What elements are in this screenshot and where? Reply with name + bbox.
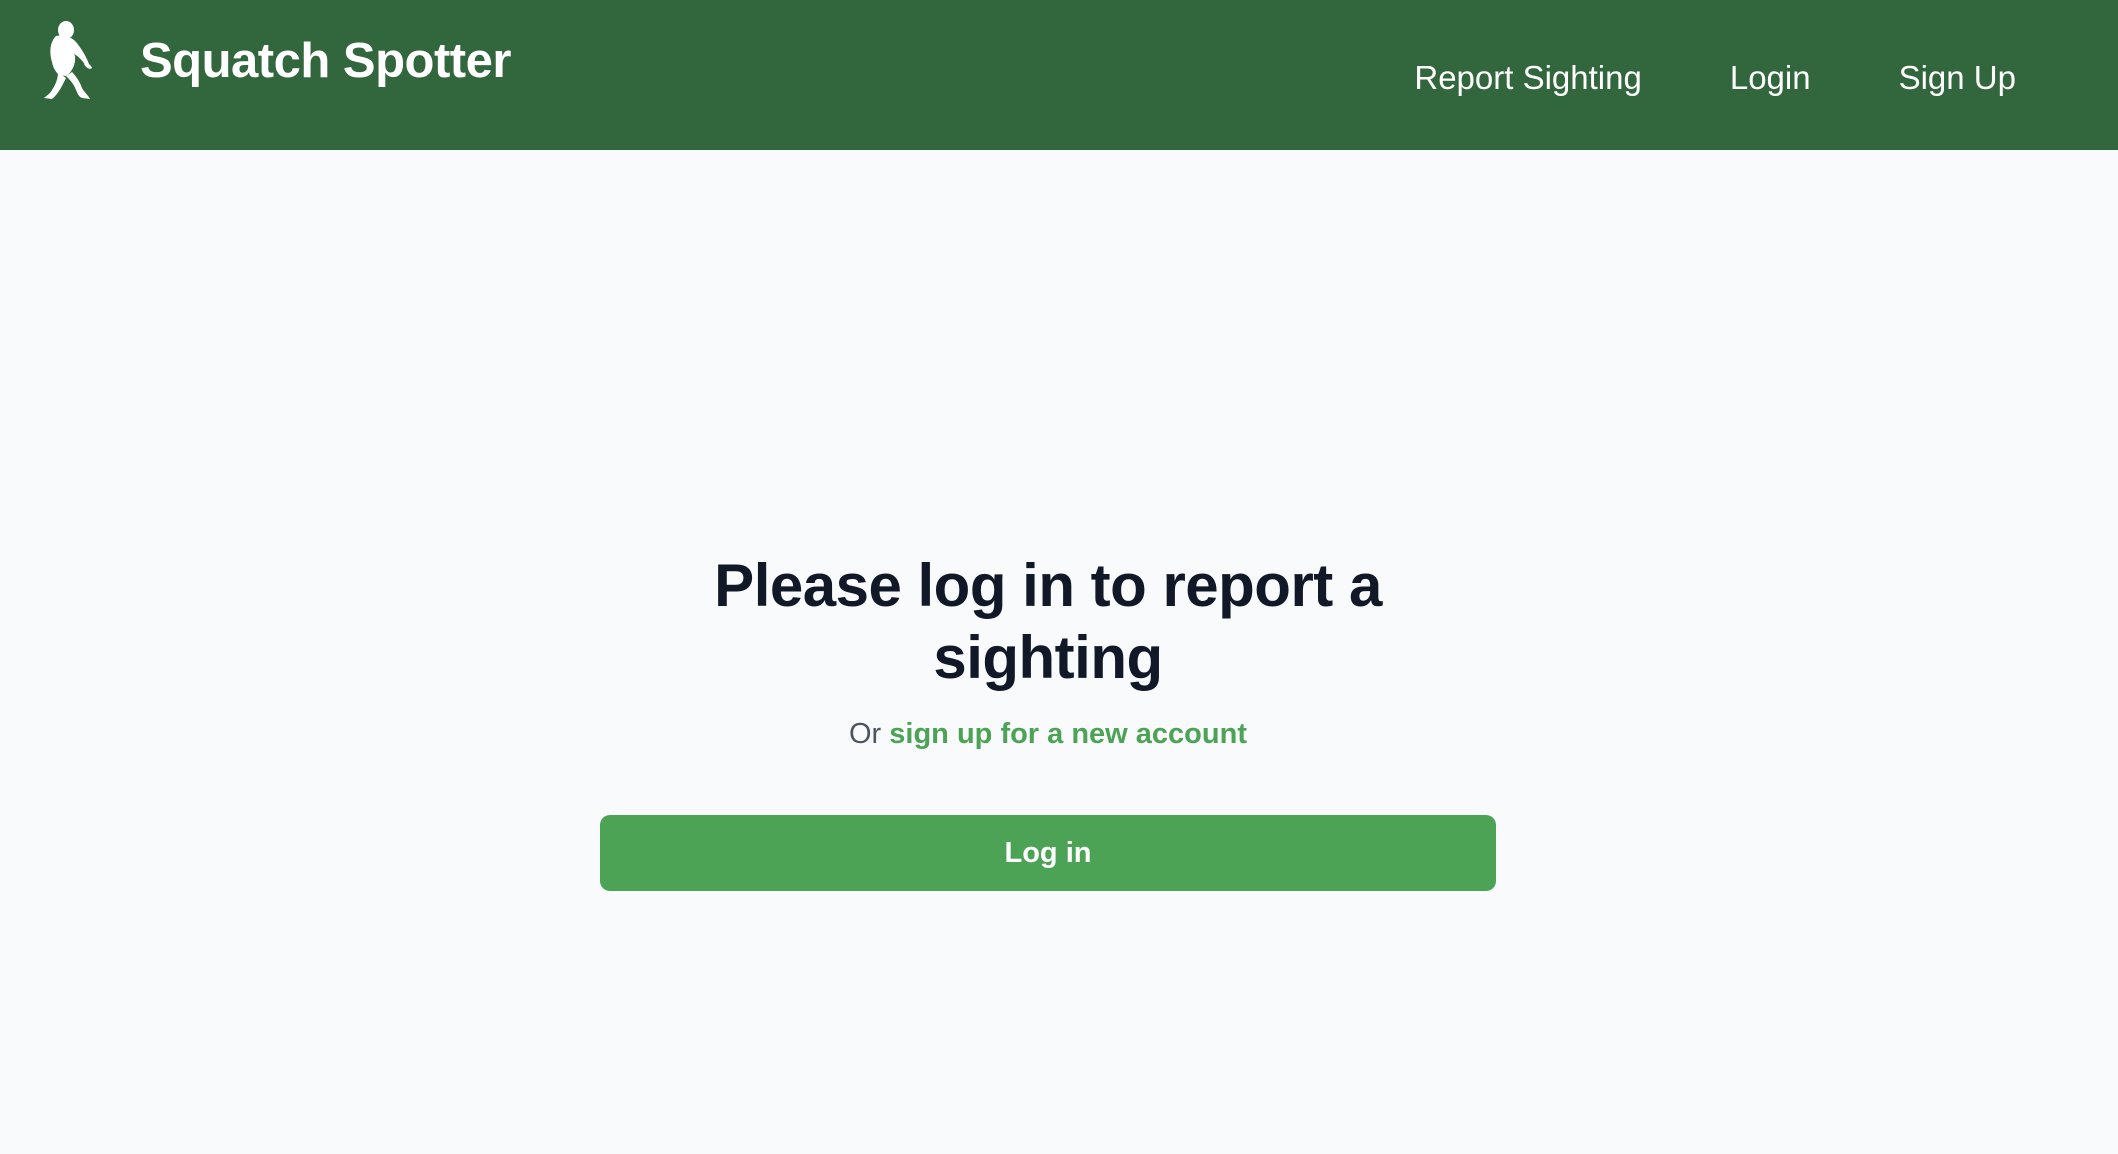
- brand-name: Squatch Spotter: [140, 33, 511, 88]
- page-title: Please log in to report a sighting: [714, 552, 1382, 691]
- signup-prompt-prefix: Or: [849, 718, 890, 750]
- nav-signup-link[interactable]: Sign Up: [1899, 57, 2016, 94]
- bigfoot-icon: [44, 21, 92, 99]
- top-navbar: Squatch Spotter Report Sighting Login Si…: [0, 0, 2118, 150]
- main-content: Please log in to report a sighting Or si…: [0, 150, 2118, 1154]
- nav-report-sighting-link[interactable]: Report Sighting: [1414, 57, 1641, 94]
- brand-home-link[interactable]: Squatch Spotter: [40, 20, 511, 102]
- login-prompt: Please log in to report a sighting Or si…: [600, 550, 1496, 752]
- login-button[interactable]: Log in: [600, 815, 1496, 891]
- nav-login-link[interactable]: Login: [1730, 57, 1811, 94]
- signup-prompt: Or sign up for a new account: [600, 716, 1496, 752]
- nav-links: Report Sighting Login Sign Up: [1414, 0, 2016, 150]
- signup-link[interactable]: sign up for a new account: [889, 718, 1247, 750]
